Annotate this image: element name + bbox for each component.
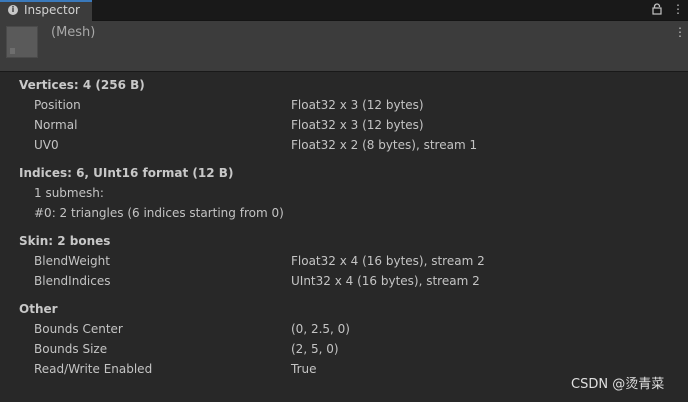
attribute-label: BlendIndices [34, 274, 111, 288]
mesh-preview-thumbnail [6, 26, 38, 58]
other-section-title: Other [19, 302, 58, 316]
tab-bar: i Inspector ⋮ [0, 0, 688, 21]
kebab-menu-icon[interactable]: ⋮ [672, 2, 684, 16]
attribute-value: Float32 x 4 (16 bytes), stream 2 [291, 254, 485, 268]
lock-icon[interactable] [652, 3, 662, 15]
indices-section-title: Indices: 6, UInt16 format (12 B) [19, 166, 234, 180]
tab-title: Inspector [24, 3, 80, 17]
inspector-header: (Mesh) ⋮ [0, 21, 688, 72]
submesh-count: 1 submesh: [34, 186, 104, 200]
attribute-label: Normal [34, 118, 78, 132]
attribute-value: Float32 x 3 (12 bytes) [291, 98, 424, 112]
skin-section-title: Skin: 2 bones [19, 234, 111, 248]
object-title: (Mesh) [51, 25, 96, 40]
property-label: Bounds Center [34, 322, 123, 336]
property-value: (0, 2.5, 0) [291, 322, 350, 336]
info-icon: i [8, 5, 18, 15]
watermark: CSDN @烫青菜 [571, 377, 665, 392]
inspector-tab[interactable]: i Inspector [0, 0, 92, 21]
attribute-label: BlendWeight [34, 254, 110, 268]
property-label: Read/Write Enabled [34, 362, 153, 376]
property-value: (2, 5, 0) [291, 342, 339, 356]
mesh-preview-mark [10, 48, 15, 54]
attribute-label: UV0 [34, 138, 59, 152]
attribute-label: Position [34, 98, 81, 112]
property-value: True [291, 362, 317, 376]
header-kebab-menu-icon[interactable]: ⋮ [674, 25, 686, 39]
vertices-section-title: Vertices: 4 (256 B) [19, 78, 145, 92]
attribute-value: Float32 x 2 (8 bytes), stream 1 [291, 138, 478, 152]
attribute-value: UInt32 x 4 (16 bytes), stream 2 [291, 274, 480, 288]
property-label: Bounds Size [34, 342, 108, 356]
attribute-value: Float32 x 3 (12 bytes) [291, 118, 424, 132]
submesh-detail: #0: 2 triangles (6 indices starting from… [34, 206, 284, 220]
